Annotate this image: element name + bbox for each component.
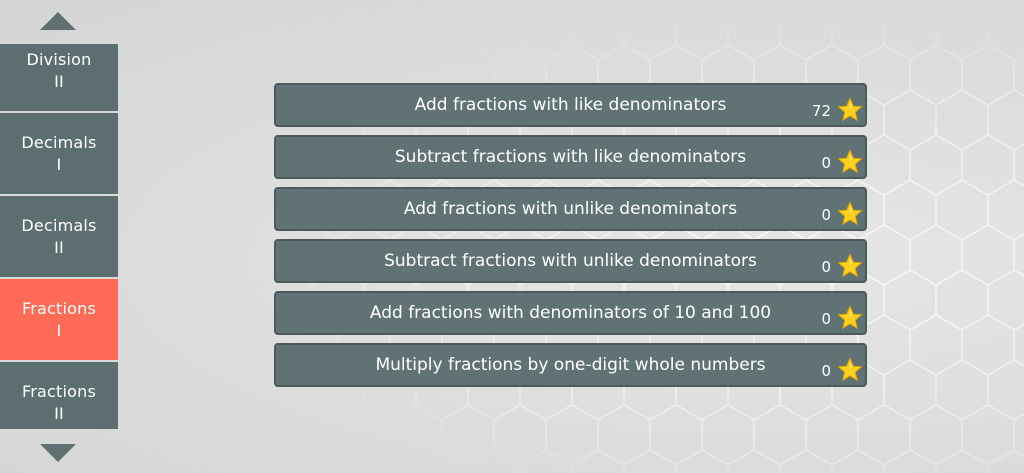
category-item-fractions-i[interactable]: Fractions I xyxy=(0,279,118,360)
star-icon xyxy=(837,201,863,226)
triangle-up-icon[interactable] xyxy=(40,12,76,30)
category-level: I xyxy=(56,154,62,174)
topic-title: Subtract fractions with unlike denominat… xyxy=(384,251,757,271)
topic-score: 0 xyxy=(821,362,831,380)
category-name: Fractions xyxy=(21,381,96,401)
topic-button[interactable]: Multiply fractions by one-digit whole nu… xyxy=(274,343,867,387)
topic-score: 0 xyxy=(821,310,831,328)
topic-score: 0 xyxy=(821,206,831,224)
star-icon xyxy=(837,97,863,122)
category-name: Decimals xyxy=(21,215,97,235)
topic-button[interactable]: Subtract fractions with unlike denominat… xyxy=(274,239,867,283)
topic-title: Subtract fractions with like denominator… xyxy=(394,147,747,167)
category-item-division-ii[interactable]: Division II xyxy=(0,44,118,111)
category-sidebar: Division II Decimals I Decimals II Fract… xyxy=(0,0,118,473)
topic-score: 0 xyxy=(821,258,831,276)
star-icon xyxy=(837,305,863,330)
star-icon xyxy=(837,357,863,382)
topic-button[interactable]: Add fractions with denominators of 10 an… xyxy=(274,291,867,335)
category-list-inner: Division II Decimals I Decimals II Fract… xyxy=(0,44,118,429)
category-level: II xyxy=(54,403,64,423)
app-screen: Division II Decimals I Decimals II Fract… xyxy=(0,0,1024,473)
category-item-decimals-ii[interactable]: Decimals II xyxy=(0,196,118,277)
topic-score: 72 xyxy=(811,102,831,120)
category-level: I xyxy=(56,320,62,340)
triangle-down-icon[interactable] xyxy=(40,444,76,462)
category-name: Fractions xyxy=(21,298,96,318)
topic-list: Add fractions with like denominators 72 … xyxy=(274,83,867,395)
star-icon xyxy=(837,149,863,174)
topic-score: 0 xyxy=(821,154,831,172)
category-item-fractions-ii[interactable]: Fractions II xyxy=(0,362,118,429)
category-name: Division xyxy=(26,49,92,69)
topic-title: Add fractions with denominators of 10 an… xyxy=(369,303,772,323)
star-icon xyxy=(837,253,863,278)
category-name: Decimals xyxy=(21,132,97,152)
topic-title: Add fractions with like denominators xyxy=(414,95,727,115)
topic-title: Add fractions with unlike denominators xyxy=(403,199,738,219)
topic-button[interactable]: Subtract fractions with like denominator… xyxy=(274,135,867,179)
category-level: II xyxy=(54,237,64,257)
category-list[interactable]: Division II Decimals I Decimals II Fract… xyxy=(0,44,118,429)
category-item-decimals-i[interactable]: Decimals I xyxy=(0,113,118,194)
topic-button[interactable]: Add fractions with like denominators 72 xyxy=(274,83,867,127)
category-level: II xyxy=(54,71,64,91)
topic-title: Multiply fractions by one-digit whole nu… xyxy=(375,355,766,375)
topic-button[interactable]: Add fractions with unlike denominators 0 xyxy=(274,187,867,231)
